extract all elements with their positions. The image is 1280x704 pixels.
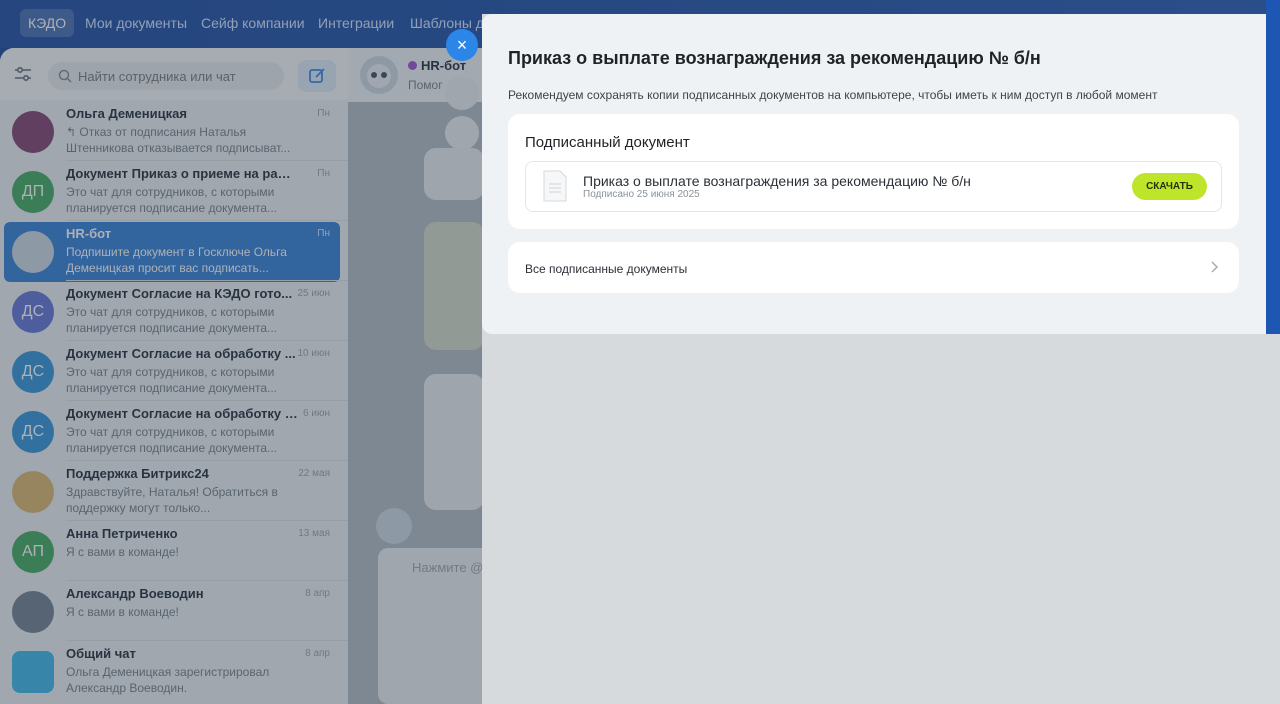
right-edge bbox=[1266, 0, 1280, 334]
document-name: Приказ о выплате вознаграждения за реком… bbox=[583, 173, 971, 189]
close-panel-button[interactable]: × bbox=[446, 29, 478, 61]
all-signed-documents-link[interactable]: Все подписанные документы bbox=[508, 242, 1239, 293]
document-icon bbox=[543, 170, 567, 202]
document-signed-date: Подписано 25 июня 2025 bbox=[583, 189, 700, 200]
signed-document-heading: Подписанный документ bbox=[525, 134, 690, 151]
all-signed-documents-label: Все подписанные документы bbox=[525, 262, 688, 276]
panel-subtitle: Рекомендуем сохранять копии подписанных … bbox=[508, 88, 1158, 102]
chevron-right-icon bbox=[1211, 261, 1219, 273]
panel-title: Приказ о выплате вознаграждения за реком… bbox=[508, 48, 1041, 68]
download-button[interactable]: СКАЧАТЬ bbox=[1132, 173, 1207, 200]
